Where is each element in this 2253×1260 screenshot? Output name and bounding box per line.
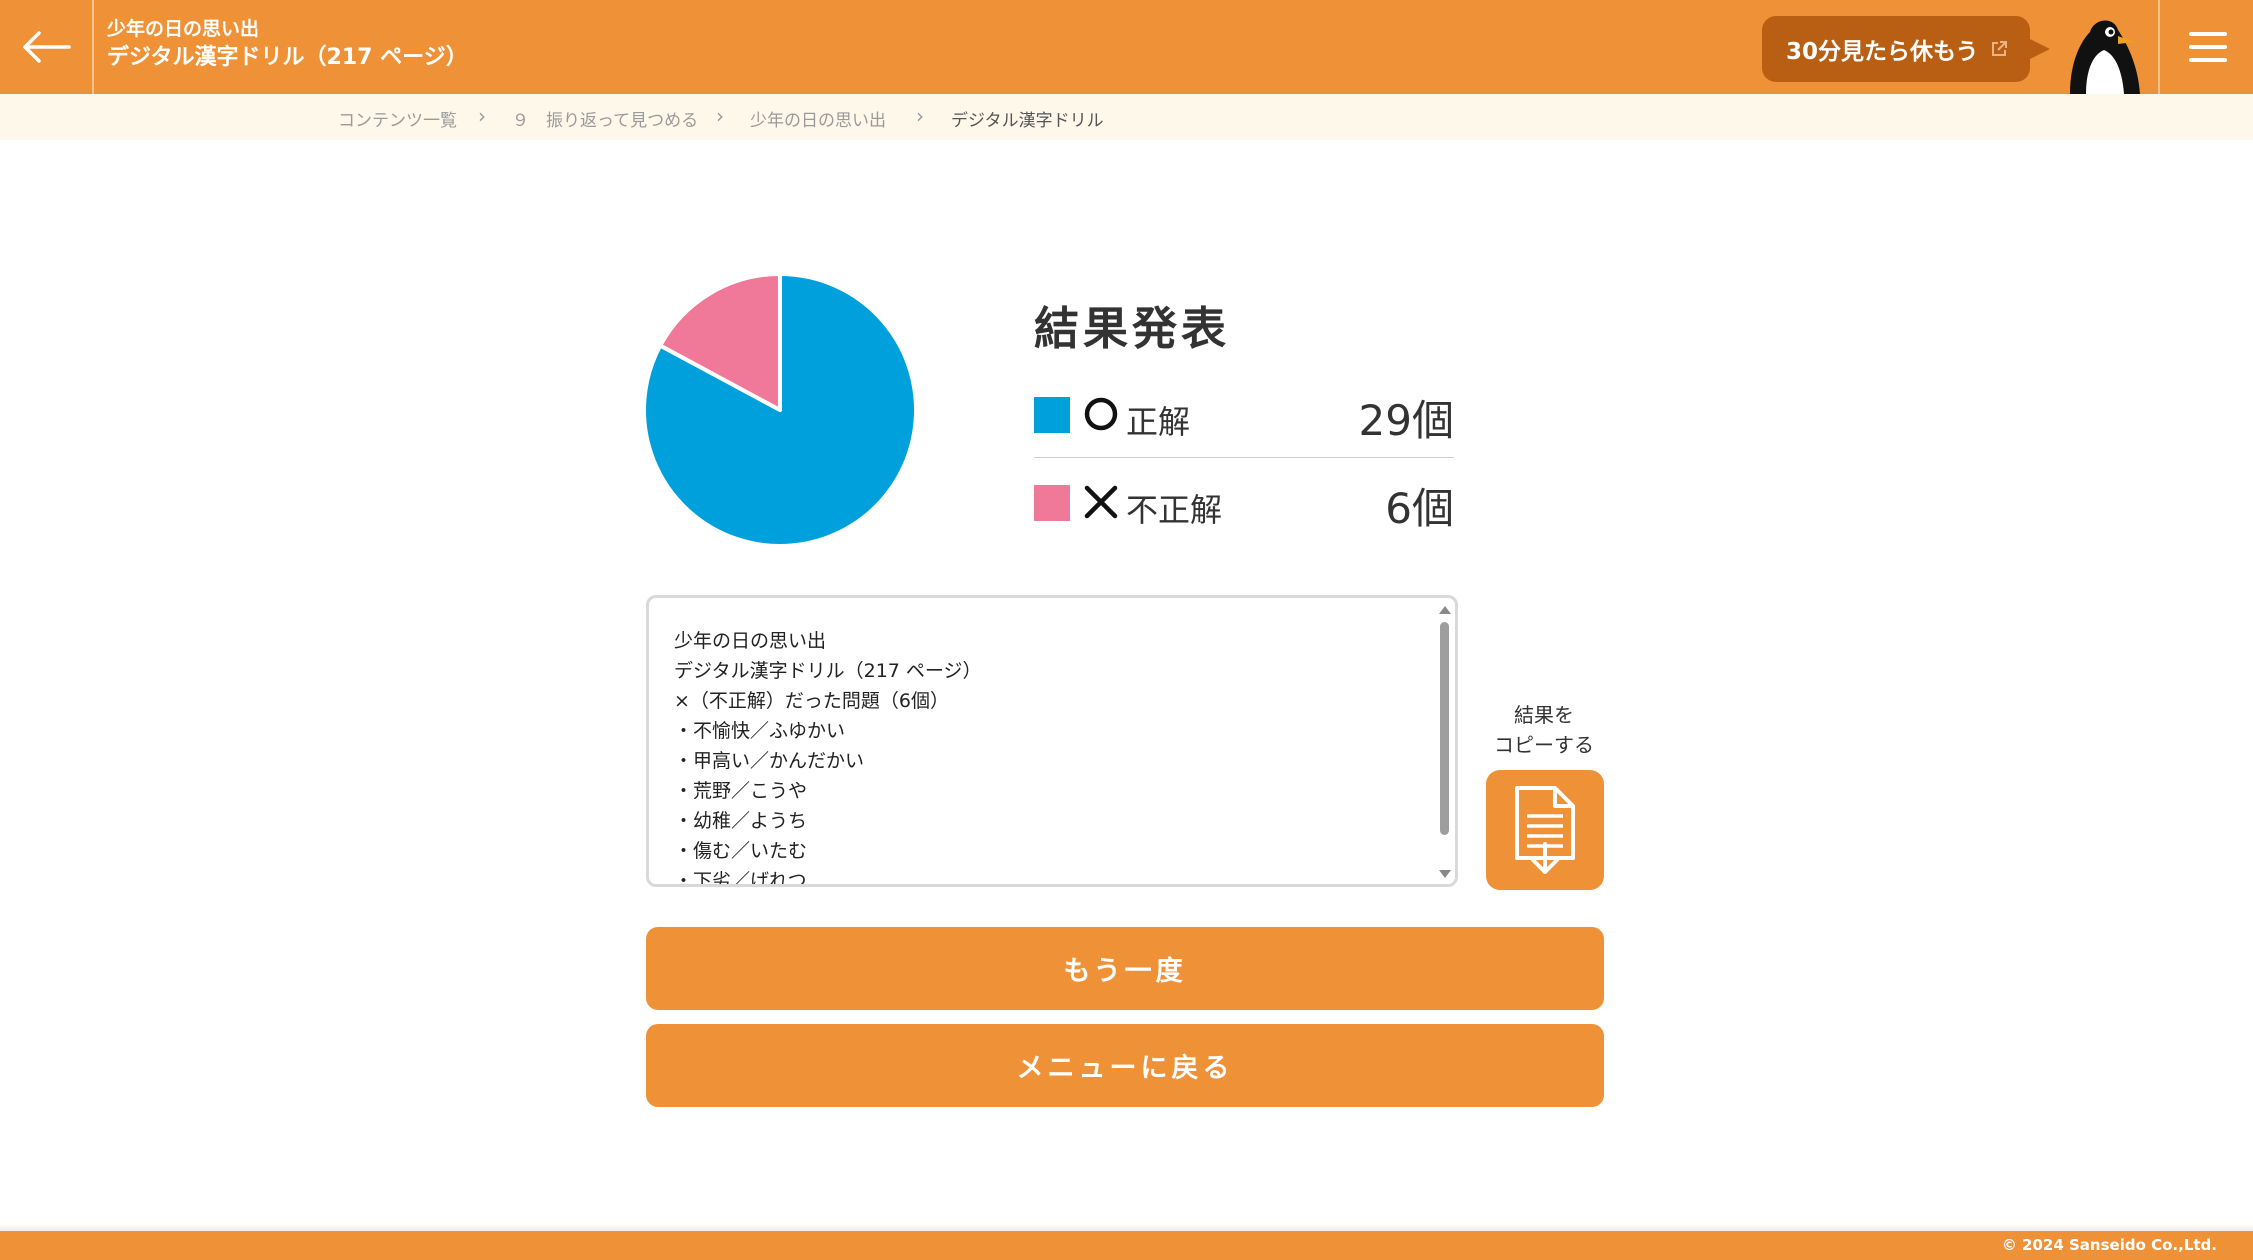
legend-incorrect-swatch xyxy=(1034,485,1070,521)
result-text: 少年の日の思い出デジタル漢字ドリル（217 ページ） ×（不正解）だった問題（6個… xyxy=(674,626,982,887)
hamburger-menu-icon xyxy=(2188,32,2227,62)
correct-count: 29個 xyxy=(1358,396,1454,445)
page-title-block: 少年の日の思い出 デジタル漢字ドリル（217 ページ） xyxy=(107,16,468,74)
breadcrumb-item-unit[interactable]: ９ 振り返って見つめる xyxy=(512,106,698,131)
result-text-line: デジタル漢字ドリル（217 ページ） xyxy=(674,660,982,682)
breadcrumb-item-contents[interactable]: コンテンツ一覧 xyxy=(338,106,457,131)
circle-mark-icon xyxy=(1084,397,1118,431)
result-text-line: ・不愉快／ふゆかい xyxy=(674,720,846,742)
legend-incorrect-label: 不正解 xyxy=(1126,491,1223,529)
result-textarea[interactable]: 少年の日の思い出デジタル漢字ドリル（217 ページ） ×（不正解）だった問題（6個… xyxy=(646,595,1458,887)
footer-shadow xyxy=(0,1224,2253,1231)
breadcrumb-chevron-icon: › xyxy=(478,104,486,128)
result-text-line: ・荒野／こうや xyxy=(674,780,808,802)
breadcrumb-chevron-icon: › xyxy=(716,104,724,128)
app-header: 少年の日の思い出 デジタル漢字ドリル（217 ページ） 30分見たら休もう xyxy=(0,0,2253,94)
copy-label-line2: コピーする xyxy=(1494,733,1594,757)
result-text-line: ・下劣／げれつ xyxy=(674,870,807,887)
copy-label-line1: 結果を xyxy=(1514,703,1574,727)
document-download-icon xyxy=(1515,786,1575,874)
external-link-icon xyxy=(1992,41,2007,56)
breadcrumb-item-current: デジタル漢字ドリル xyxy=(951,111,1104,131)
page-title: デジタル漢字ドリル（217 ページ） xyxy=(107,45,468,70)
breadcrumb-chevron-icon: › xyxy=(916,104,924,128)
back-to-menu-button[interactable]: メニューに戻る xyxy=(646,1024,1604,1107)
legend-correct-label: 正解 xyxy=(1126,403,1191,441)
copyright-text: © 2024 Sanseido Co.,Ltd. xyxy=(2001,1236,2217,1254)
cross-mark-icon xyxy=(1084,485,1118,519)
scroll-thumb[interactable] xyxy=(1440,622,1449,835)
breadcrumb: コンテンツ一覧 › ９ 振り返って見つめる › 少年の日の思い出 › デジタル漢… xyxy=(0,94,2253,140)
break-reminder-label: 30分見たら休もう xyxy=(1786,39,1979,65)
incorrect-count: 6個 xyxy=(1385,484,1454,533)
copy-result-label: 結果を コピーする xyxy=(1478,700,1610,760)
back-arrow-icon xyxy=(23,31,71,63)
result-text-line: ×（不正解）だった問題（6個） xyxy=(674,690,950,712)
breadcrumb-item-lesson[interactable]: 少年の日の思い出 xyxy=(750,106,886,131)
break-reminder-tail xyxy=(2028,38,2050,60)
legend-divider xyxy=(1034,457,1454,458)
scroll-up-arrow-icon[interactable] xyxy=(1439,606,1451,614)
result-text-line: ・幼稚／ようち xyxy=(674,810,808,832)
result-text-line: 少年の日の思い出 xyxy=(674,630,827,652)
back-button[interactable] xyxy=(0,0,94,94)
result-pie-chart xyxy=(642,272,918,548)
legend-correct-swatch xyxy=(1034,397,1070,433)
result-title: 結果発表 xyxy=(1034,302,1231,355)
retry-button[interactable]: もう一度 xyxy=(646,927,1604,1010)
penguin-icon xyxy=(2070,20,2140,94)
result-scrollbar[interactable] xyxy=(1437,602,1451,882)
break-reminder-button[interactable]: 30分見たら休もう xyxy=(1762,16,2030,82)
result-text-line: ・甲高い／かんだかい xyxy=(674,750,865,772)
legend-correct: 正解 29個 xyxy=(1034,383,1454,445)
copy-result-button[interactable] xyxy=(1486,770,1604,890)
page-subtitle: 少年の日の思い出 xyxy=(107,18,260,40)
hamburger-menu-button[interactable] xyxy=(2158,0,2253,94)
result-text-line: ・傷む／いたむ xyxy=(674,840,808,862)
scroll-down-arrow-icon[interactable] xyxy=(1439,870,1451,878)
app-footer: © 2024 Sanseido Co.,Ltd. xyxy=(0,1231,2253,1260)
legend-incorrect: 不正解 6個 xyxy=(1034,471,1454,533)
